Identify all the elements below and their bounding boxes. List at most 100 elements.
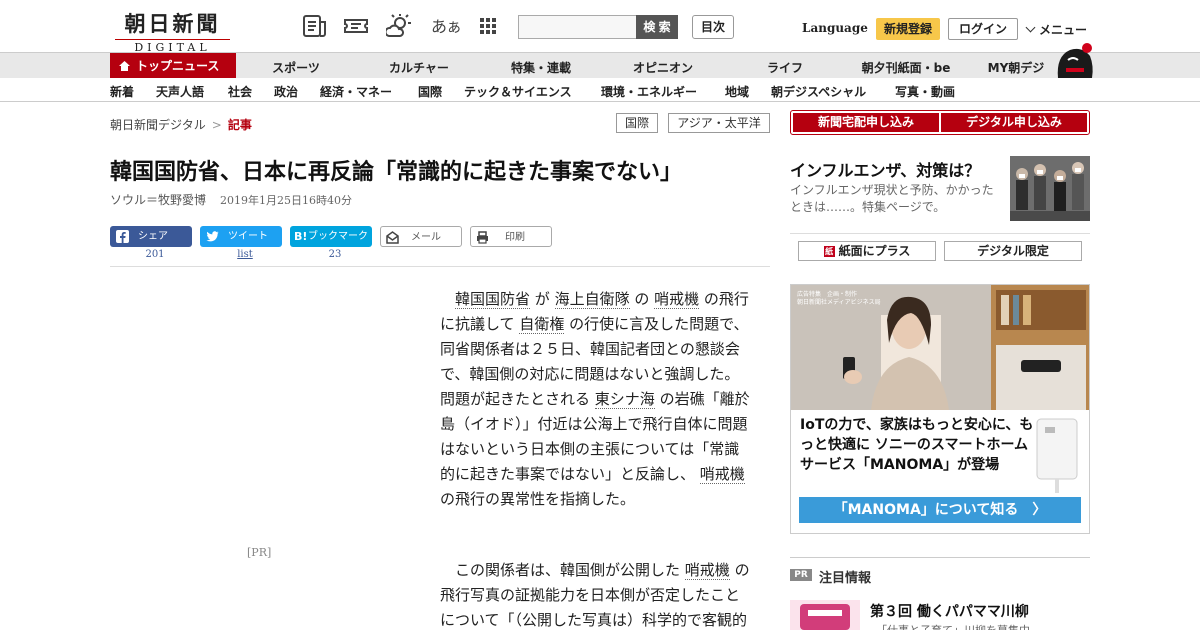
author: ソウル＝牧野愛博: [110, 193, 207, 207]
ad-sponsor-1: 広告特集 企画・制作: [797, 291, 858, 298]
search-input[interactable]: [518, 15, 637, 39]
search-button[interactable]: 検 索: [636, 15, 678, 39]
nav-top-news[interactable]: トップニュース: [110, 53, 236, 79]
paper-plus-label: 紙面にプラス: [838, 244, 911, 258]
article-title: 韓国国防省、日本に再反論「常識的に起きた事案でない」: [110, 160, 683, 185]
weather-icon[interactable]: [386, 14, 412, 38]
device-image: [1036, 418, 1078, 493]
subnav-item[interactable]: 朝デジスペシャル: [771, 83, 866, 100]
text-span: この関係者は、韓国側が公開した: [455, 561, 685, 579]
menu-button[interactable]: メニュー: [1025, 21, 1088, 38]
subnav-item[interactable]: 地域: [725, 83, 749, 100]
apply-box: 新聞宅配申し込み デジタル申し込み: [790, 110, 1090, 135]
register-button[interactable]: 新規登録: [876, 18, 940, 40]
font-size-icon[interactable]: あぁ: [431, 13, 462, 37]
promo-title[interactable]: 第３回 働くパパママ川柳: [870, 601, 1029, 621]
home-delivery-button[interactable]: 新聞宅配申し込み: [793, 113, 939, 132]
twitter-icon: [206, 231, 219, 242]
pr-badge: PR: [790, 569, 812, 581]
feature-text[interactable]: インフルエンザ現状と予防、かかったときは……。特集ページで。: [790, 182, 1000, 216]
subnav-item[interactable]: 環境・エネルギー: [601, 83, 697, 100]
tag-international[interactable]: 国際: [616, 113, 658, 133]
hatena-count: 23: [328, 249, 342, 260]
hatena-icon: B!: [294, 230, 308, 243]
keyword-link[interactable]: 哨戒機: [684, 561, 730, 580]
promo-subtitle: 「仕事と子育て」川柳を募集中: [876, 622, 1030, 630]
mail-icon: [386, 231, 399, 244]
tag-asia-pacific[interactable]: アジア・太平洋: [668, 113, 770, 133]
subnav-item[interactable]: 天声人語: [156, 83, 204, 100]
logo-jp: 朝日新聞: [124, 11, 221, 36]
paragraph-2-text: この関係者は、韓国側が公開した 哨戒機 の飛行写真の証拠能力を日本側が否定したこ…: [110, 558, 752, 630]
facebook-icon: [116, 230, 129, 243]
subnav-item[interactable]: 国際: [418, 83, 442, 100]
nav-item-culture[interactable]: カルチャー: [389, 59, 449, 76]
toc-button[interactable]: 目次: [692, 15, 734, 39]
ad-sponsor: 広告特集 企画・制作 朝日新聞社メディアビジネス局: [797, 291, 881, 307]
nav-item-opinion[interactable]: オピニオン: [633, 59, 693, 76]
print-button[interactable]: 印刷: [470, 226, 552, 247]
subnav-item[interactable]: テック＆サイエンス: [464, 83, 572, 100]
facebook-share-label: シェア: [138, 231, 168, 242]
keyword-link[interactable]: 韓国国防省: [455, 290, 531, 309]
breadcrumb-current: 記事: [227, 118, 252, 132]
text-span: の: [629, 290, 655, 308]
keyword-link[interactable]: 海上自衛隊: [554, 290, 630, 309]
divider: [790, 557, 1090, 558]
subnav-item[interactable]: 政治: [274, 83, 298, 100]
digital-apply-button[interactable]: デジタル申し込み: [941, 113, 1087, 132]
feature-image[interactable]: [1010, 156, 1090, 221]
nav-top-label: トップニュース: [136, 59, 220, 73]
nav-item-paper[interactable]: 朝夕刊紙面・be: [862, 59, 951, 76]
ticket-icon[interactable]: [343, 14, 369, 38]
newspaper-icon[interactable]: [302, 14, 328, 38]
keyword-link[interactable]: 東シナ海: [594, 390, 655, 409]
ad-headline: IoTの力で、家族はもっと安心に、もっと快適に ソニーのスマートホームサービス「…: [800, 417, 1034, 473]
promo-image[interactable]: [790, 600, 860, 630]
grid-icon[interactable]: [477, 14, 499, 38]
paper-plus-icon: 紙: [823, 246, 835, 257]
publish-date: 2019年1月25日16時40分: [220, 194, 352, 207]
twitter-list-link[interactable]: list: [204, 249, 286, 260]
home-icon: [119, 54, 130, 71]
nav-item-sports[interactable]: スポーツ: [272, 59, 320, 76]
paper-plus-button[interactable]: 紙紙面にプラス: [798, 241, 936, 261]
breadcrumb-home[interactable]: 朝日新聞デジタル: [110, 118, 206, 132]
login-button[interactable]: ログイン: [948, 18, 1018, 40]
mascot-icon[interactable]: [1054, 42, 1094, 78]
article-paragraph-1: 韓国国防省 が 海上自衛隊 の 哨戒機 の飛行に抗議して 自衛権 の行使に言及し…: [440, 287, 752, 512]
facebook-count: 201: [145, 249, 165, 260]
ad-sponsor-2: 朝日新聞社メディアビジネス局: [797, 299, 881, 306]
divider: [110, 266, 770, 267]
digital-only-button[interactable]: デジタル限定: [944, 241, 1082, 261]
print-icon: [477, 231, 488, 244]
byline: ソウル＝牧野愛博 2019年1月25日16時40分: [110, 191, 352, 208]
chevron-down-icon: [1025, 22, 1036, 33]
attention-heading: 注目情報: [819, 571, 872, 586]
print-label: 印刷: [505, 232, 525, 243]
keyword-link[interactable]: 自衛権: [519, 315, 565, 334]
divider: [790, 233, 1090, 234]
subnav-item[interactable]: 経済・マネー: [320, 83, 392, 100]
keyword-link[interactable]: 哨戒機: [699, 465, 745, 484]
twitter-share-label: ツイート: [228, 231, 268, 242]
nav-item-features[interactable]: 特集・連載: [511, 59, 571, 76]
menu-label: メニュー: [1039, 23, 1088, 37]
hatena-bookmark-button[interactable]: B! ブックマーク: [290, 226, 372, 247]
advertisement[interactable]: 広告特集 企画・制作 朝日新聞社メディアビジネス局 IoTの力で、家族はもっと安…: [790, 284, 1090, 534]
mail-share-label: メール: [411, 232, 441, 243]
subnav-item[interactable]: 社会: [228, 83, 252, 100]
subnav-item[interactable]: 新着: [110, 83, 134, 100]
secondary-nav: 新着 天声人語 社会 政治 経済・マネー 国際 テック＆サイエンス 環境・エネル…: [0, 78, 1200, 102]
site-logo[interactable]: 朝日新聞 DIGITAL: [115, 8, 230, 54]
feature-title[interactable]: インフルエンザ、対策は？: [790, 157, 980, 181]
nav-item-my[interactable]: MY朝デジ: [988, 59, 1045, 76]
mail-share-button[interactable]: メール: [380, 226, 462, 247]
twitter-share-button[interactable]: ツイート: [200, 226, 282, 247]
language-link[interactable]: Language: [802, 21, 868, 35]
nav-item-life[interactable]: ライフ: [767, 59, 803, 76]
keyword-link[interactable]: 哨戒機: [654, 290, 700, 309]
facebook-share-button[interactable]: シェア: [110, 226, 192, 247]
ad-cta-button[interactable]: 「MANOMA」について知る 〉: [799, 497, 1081, 523]
subnav-item[interactable]: 写真・動画: [895, 83, 955, 100]
